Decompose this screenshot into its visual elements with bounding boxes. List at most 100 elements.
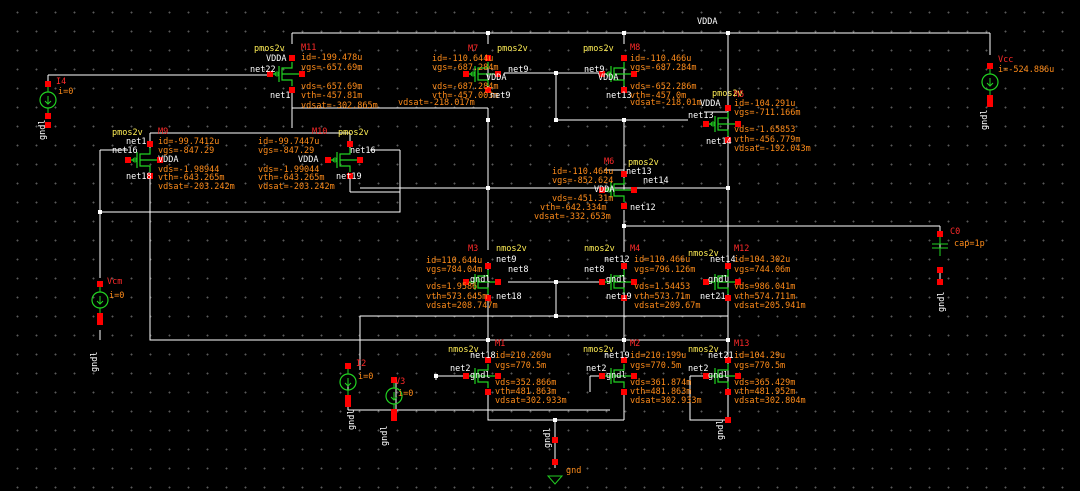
pin[interactable] (391, 377, 397, 383)
m4-symbol[interactable] (599, 263, 637, 301)
pin[interactable] (552, 437, 558, 443)
m12-symbol[interactable] (703, 263, 741, 301)
m10-symbol[interactable] (325, 141, 363, 179)
pin[interactable] (97, 313, 103, 319)
pin[interactable] (621, 295, 627, 301)
m1-symbol[interactable] (463, 357, 501, 395)
current-source-i4[interactable] (39, 81, 57, 119)
pin[interactable] (631, 279, 637, 285)
ground-pin[interactable] (552, 437, 558, 443)
pin[interactable] (463, 279, 469, 285)
pin[interactable] (599, 373, 605, 379)
pin[interactable] (621, 389, 627, 395)
pin[interactable] (621, 357, 627, 363)
pin[interactable] (157, 157, 163, 163)
pin[interactable] (987, 63, 993, 69)
pin[interactable] (289, 87, 295, 93)
voltage-source-vcm[interactable] (91, 281, 109, 319)
pin[interactable] (289, 55, 295, 61)
pin[interactable] (725, 295, 731, 301)
pin[interactable] (987, 95, 993, 101)
ground-pin[interactable] (987, 101, 993, 107)
pin[interactable] (621, 203, 627, 209)
pin[interactable] (267, 71, 273, 77)
pin[interactable] (45, 122, 51, 128)
m7-symbol[interactable] (463, 55, 501, 93)
pin[interactable] (599, 279, 605, 285)
pin[interactable] (621, 171, 627, 177)
pin[interactable] (725, 357, 731, 363)
pin[interactable] (552, 459, 558, 465)
m6-symbol[interactable] (599, 171, 637, 209)
pin[interactable] (937, 279, 943, 285)
m5-symbol[interactable] (703, 105, 741, 143)
voltage-source-vcc[interactable] (981, 63, 999, 101)
pin[interactable] (725, 389, 731, 395)
pin[interactable] (621, 263, 627, 269)
ground-pin[interactable] (97, 319, 103, 325)
pin[interactable] (621, 55, 627, 61)
pin[interactable] (599, 187, 605, 193)
pin[interactable] (325, 157, 331, 163)
pin[interactable] (725, 105, 731, 111)
pin[interactable] (485, 357, 491, 363)
pin[interactable] (725, 417, 731, 423)
pin[interactable] (347, 141, 353, 147)
pin[interactable] (621, 87, 627, 93)
capacitor-symbol[interactable] (932, 231, 948, 273)
schematic-drawing[interactable] (0, 0, 1080, 491)
pin[interactable] (485, 295, 491, 301)
pin[interactable] (45, 81, 51, 87)
pin[interactable] (463, 71, 469, 77)
pin[interactable] (391, 409, 397, 415)
schematic-canvas[interactable]: VDDA pmos2v M11 VDDA id=-199.478u vgs=-6… (0, 0, 1080, 491)
pin[interactable] (735, 373, 741, 379)
pin[interactable] (97, 281, 103, 287)
pin[interactable] (391, 415, 397, 421)
pin[interactable] (463, 373, 469, 379)
pin[interactable] (495, 373, 501, 379)
pin[interactable] (937, 267, 943, 273)
current-source-i2[interactable] (339, 363, 357, 401)
pin[interactable] (703, 279, 709, 285)
m2-symbol[interactable] (599, 357, 637, 395)
pin[interactable] (347, 173, 353, 179)
pin[interactable] (703, 373, 709, 379)
ground-pin[interactable] (937, 279, 943, 285)
pin[interactable] (485, 263, 491, 269)
pin[interactable] (45, 113, 51, 119)
pin[interactable] (495, 279, 501, 285)
pin[interactable] (147, 173, 153, 179)
pin[interactable] (147, 141, 153, 147)
pin[interactable] (485, 87, 491, 93)
ground-pin[interactable] (391, 415, 397, 421)
m11-symbol[interactable] (267, 55, 305, 93)
pin[interactable] (725, 263, 731, 269)
pin[interactable] (485, 389, 491, 395)
ground-pin[interactable] (725, 417, 731, 423)
pin[interactable] (299, 71, 305, 77)
voltage-source-v3[interactable] (385, 377, 403, 415)
m13-symbol[interactable] (703, 357, 741, 395)
pin[interactable] (495, 71, 501, 77)
pin[interactable] (599, 71, 605, 77)
pin[interactable] (485, 55, 491, 61)
pin[interactable] (725, 137, 731, 143)
pin[interactable] (345, 401, 351, 407)
m9-symbol[interactable] (125, 141, 163, 179)
pin[interactable] (345, 395, 351, 401)
pin[interactable] (937, 231, 943, 237)
pin[interactable] (703, 121, 709, 127)
pin[interactable] (631, 373, 637, 379)
m3-symbol[interactable] (463, 263, 501, 301)
pin[interactable] (631, 71, 637, 77)
pin[interactable] (97, 319, 103, 325)
ground-pin[interactable] (345, 401, 351, 407)
ground-icon[interactable] (546, 459, 564, 485)
pin[interactable] (735, 121, 741, 127)
pin[interactable] (631, 187, 637, 193)
pin[interactable] (987, 101, 993, 107)
pin[interactable] (735, 279, 741, 285)
pin[interactable] (357, 157, 363, 163)
pin[interactable] (125, 157, 131, 163)
